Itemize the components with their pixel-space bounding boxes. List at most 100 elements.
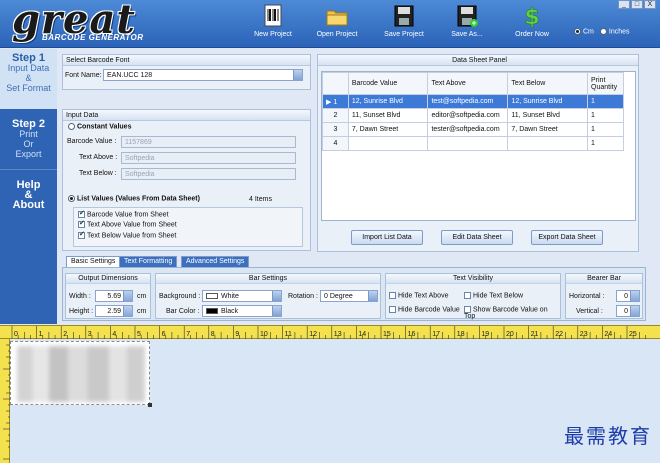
nav-step-2[interactable]: Step 2 Print Or Export bbox=[0, 109, 57, 169]
font-name-label: Font Name: bbox=[65, 72, 102, 79]
maximize-button[interactable]: □ bbox=[631, 0, 643, 9]
hide-text-below-checkbox[interactable]: Hide Text Below bbox=[464, 292, 523, 299]
constant-values-radio[interactable]: Constant Values bbox=[68, 123, 131, 130]
blurred-barcode-image bbox=[17, 346, 145, 402]
bar-settings-title: Bar Settings bbox=[156, 274, 380, 284]
row-pointer-icon: ▶ bbox=[326, 98, 332, 106]
export-data-sheet-button[interactable]: Export Data Sheet bbox=[531, 230, 603, 245]
table-cell[interactable]: 7, Dawn Street bbox=[507, 122, 588, 137]
tab-text-formatting[interactable]: Text Formatting bbox=[119, 256, 178, 267]
nav-step-1[interactable]: Step 1 Input Data & Set Format bbox=[0, 49, 57, 109]
save-as-button[interactable]: Save As... bbox=[437, 4, 497, 44]
col-barcode-value[interactable]: Barcode Value bbox=[347, 72, 429, 95]
table-cell[interactable]: 7, Dawn Street bbox=[347, 122, 429, 137]
text-above-input[interactable]: Softpedia bbox=[121, 152, 296, 164]
barcode-page-icon bbox=[264, 4, 282, 27]
table-row[interactable]: ▶ 1 12, Sunrise Blvd test@softpedia.com … bbox=[322, 94, 624, 109]
font-name-select[interactable]: EAN.UCC 128 bbox=[103, 69, 303, 81]
table-cell[interactable]: editor@softpedia.com bbox=[427, 108, 509, 123]
hide-barcode-value-checkbox[interactable]: Hide Barcode Value bbox=[389, 306, 460, 313]
table-cell[interactable]: 1 bbox=[587, 136, 624, 151]
ruler-label: 3 bbox=[88, 331, 92, 338]
width-input[interactable]: 5.69 bbox=[95, 290, 133, 302]
list-values-radio[interactable]: List Values (Values From Data Sheet) bbox=[68, 195, 200, 202]
col-text-below[interactable]: Text Below bbox=[507, 72, 588, 95]
font-panel-title: Select Barcode Font bbox=[63, 55, 310, 66]
ruler-label: 22 bbox=[555, 331, 563, 338]
table-cell[interactable]: 11, Sunset Blvd bbox=[347, 108, 429, 123]
table-cell[interactable] bbox=[507, 136, 588, 151]
table-cell[interactable]: 1 bbox=[587, 122, 624, 137]
input-data-panel: Input Data Constant Values Barcode Value… bbox=[62, 109, 311, 251]
resize-handle[interactable] bbox=[148, 403, 152, 407]
row-header[interactable]: 3 bbox=[322, 122, 349, 137]
bar-color-select[interactable]: Black bbox=[202, 305, 282, 317]
rotation-select[interactable]: 0 Degree bbox=[320, 290, 378, 302]
open-project-button[interactable]: Open Project bbox=[307, 4, 367, 44]
row-header[interactable]: ▶ 1 bbox=[322, 94, 349, 109]
text-below-label: Text Below : bbox=[79, 170, 117, 177]
spinner-icon[interactable] bbox=[630, 306, 639, 317]
left-nav: Step 1 Input Data & Set Format Step 2 Pr… bbox=[0, 49, 57, 324]
hide-text-above-checkbox[interactable]: Hide Text Above bbox=[389, 292, 448, 299]
col-print-quantity[interactable]: Print Quantity bbox=[587, 72, 624, 95]
close-button[interactable]: X bbox=[644, 0, 656, 9]
unit-cm-radio[interactable]: Cm bbox=[574, 28, 594, 35]
ruler-label: 0 bbox=[14, 331, 18, 338]
spinner-icon[interactable] bbox=[123, 291, 132, 302]
spinner-icon[interactable] bbox=[123, 306, 132, 317]
table-cell[interactable]: 12, Sunrise Blvd bbox=[507, 94, 588, 109]
table-cell[interactable]: tester@softpedia.com bbox=[427, 122, 509, 137]
unit-inches-radio[interactable]: Inches bbox=[599, 28, 630, 35]
table-cell[interactable]: 11, Sunset Blvd bbox=[507, 108, 588, 123]
table-cell[interactable]: 12, Sunrise Blvd bbox=[347, 94, 429, 109]
table-cell[interactable]: test@softpedia.com bbox=[427, 94, 509, 109]
order-now-label: Order Now bbox=[515, 31, 549, 38]
table-row[interactable]: 3 7, Dawn Street tester@softpedia.com 7,… bbox=[322, 122, 624, 137]
tab-advanced-settings[interactable]: Advanced Settings bbox=[181, 256, 250, 267]
spinner-icon[interactable] bbox=[630, 291, 639, 302]
order-now-button[interactable]: $ Order Now bbox=[502, 4, 562, 44]
tab-basic-settings[interactable]: Basic Settings bbox=[66, 256, 121, 267]
table-cell[interactable]: 1 bbox=[587, 94, 624, 109]
minimize-button[interactable]: _ bbox=[618, 0, 630, 9]
table-row[interactable]: 2 11, Sunset Blvd editor@softpedia.com 1… bbox=[322, 108, 624, 123]
col-text-above[interactable]: Text Above bbox=[427, 72, 509, 95]
table-cell[interactable] bbox=[347, 136, 429, 151]
background-color-select[interactable]: White bbox=[202, 290, 282, 302]
text-below-input[interactable]: Softpedia bbox=[121, 168, 296, 180]
check-text-above-from-sheet[interactable]: Text Above Value from Sheet bbox=[78, 219, 298, 229]
width-unit: cm bbox=[137, 293, 147, 300]
ruler-label: 7 bbox=[186, 331, 190, 338]
bar-settings-section: Bar Settings Background : White Bar Colo… bbox=[155, 273, 381, 319]
horizontal-input[interactable]: 0 bbox=[616, 290, 640, 302]
ruler-label: 8 bbox=[211, 331, 215, 338]
ruler-label: 21 bbox=[531, 331, 539, 338]
horizontal-ruler: 0 1 2 3 4 5 6 7 8 9 10 11 12 13 14 15 16 17 18 19 20 21 22 23 24… bbox=[0, 325, 660, 340]
check-barcode-from-sheet[interactable]: Barcode Value from Sheet bbox=[78, 209, 298, 218]
row-header[interactable]: 4 bbox=[322, 136, 349, 151]
import-list-data-button[interactable]: Import List Data bbox=[351, 230, 423, 245]
barcode-canvas[interactable] bbox=[10, 339, 660, 463]
height-input[interactable]: 2.59 bbox=[95, 305, 133, 317]
new-project-button[interactable]: New Project bbox=[243, 4, 303, 44]
edit-data-sheet-button[interactable]: Edit Data Sheet bbox=[441, 230, 513, 245]
barcode-value-input[interactable]: 1157869 bbox=[121, 136, 296, 148]
data-sheet-title: Data Sheet Panel bbox=[318, 55, 638, 66]
vertical-input[interactable]: 0 bbox=[616, 305, 640, 317]
row-header[interactable]: 2 bbox=[322, 108, 349, 123]
barcode-preview[interactable] bbox=[10, 341, 150, 405]
show-barcode-value-top-checkbox[interactable]: Show Barcode Value on Top bbox=[464, 306, 560, 320]
ruler-label: 14 bbox=[358, 331, 366, 338]
bearer-bar-title: Bearer Bar bbox=[566, 274, 642, 284]
check-text-below-from-sheet[interactable]: Text Below Value from Sheet bbox=[78, 230, 298, 239]
bar-color-swatch bbox=[206, 308, 218, 315]
table-cell[interactable]: 1 bbox=[587, 108, 624, 123]
nav-help[interactable]: Help & About bbox=[0, 169, 57, 229]
save-project-button[interactable]: Save Project bbox=[374, 4, 434, 44]
background-label: Background : bbox=[159, 293, 201, 300]
nav-step-2-line: Print bbox=[19, 129, 38, 139]
floppy-add-icon bbox=[457, 5, 478, 27]
table-cell[interactable] bbox=[427, 136, 509, 151]
table-row[interactable]: 4 1 bbox=[322, 136, 624, 151]
